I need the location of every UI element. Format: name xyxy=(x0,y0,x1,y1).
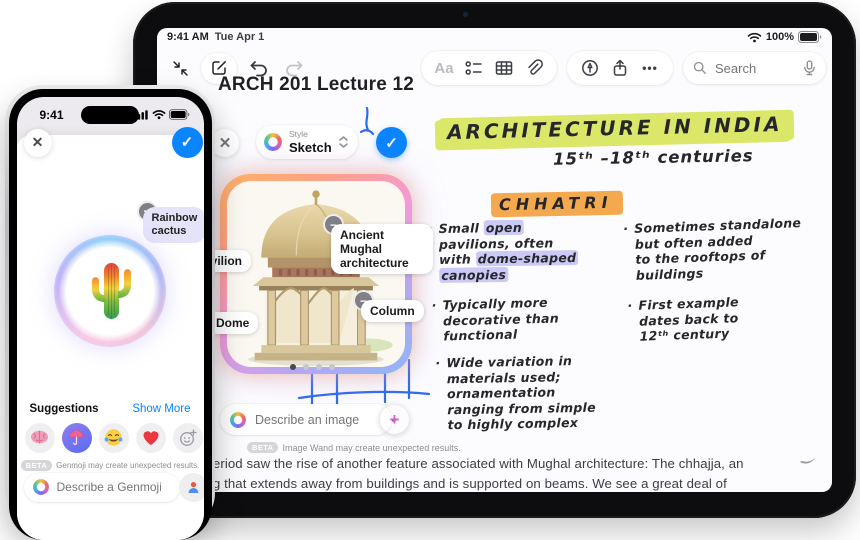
genmoji-prompt-input[interactable] xyxy=(55,479,163,495)
iphone-bezel: 9:41 ✕ ✓ − Rainbow cactus xyxy=(9,89,212,540)
genmoji-screen: 9:41 ✕ ✓ − Rainbow cactus xyxy=(17,97,204,540)
checklist-button[interactable] xyxy=(459,53,489,83)
add-image-button[interactable]: + xyxy=(379,404,410,435)
genmoji-accept-button[interactable]: ✓ xyxy=(172,127,203,158)
chevron-up-down-icon xyxy=(339,136,348,148)
handwritten-heading: ARCHITECTURE IN INDIA xyxy=(439,110,795,149)
search-field[interactable] xyxy=(683,52,826,84)
search-icon xyxy=(693,61,707,75)
text-format-button[interactable]: Aa xyxy=(429,53,459,83)
handwritten-subheading: 15ᵗʰ –18ᵗʰ centuries xyxy=(553,146,754,168)
battery-percent: 100% xyxy=(766,31,794,43)
dynamic-island xyxy=(81,106,139,124)
genmoji-prompt-field[interactable] xyxy=(24,473,180,502)
more-options-button[interactable]: ••• xyxy=(635,53,665,83)
tag-column[interactable]: Column xyxy=(361,300,424,322)
mic-icon[interactable] xyxy=(803,60,816,76)
laughing-tears-emoji-button[interactable] xyxy=(99,423,129,453)
genmoji-preview xyxy=(54,235,166,347)
ipad-notes-app: 9:41 AM Tue Apr 1 100% xyxy=(157,28,832,492)
new-genmoji-button[interactable] xyxy=(173,423,203,453)
scroll-indicator[interactable] xyxy=(800,451,816,465)
marketing-canvas: 9:41 AM Tue Apr 1 100% xyxy=(0,0,860,520)
person-avatar-button[interactable] xyxy=(179,473,204,502)
suggestions-title: Suggestions xyxy=(30,403,99,415)
tag-ancient-mughal-architecture[interactable]: Ancient Mughal architecture xyxy=(331,224,433,274)
wifi-icon xyxy=(747,32,762,43)
style-color-icon xyxy=(264,133,282,151)
note-title: ARCH 201 Lecture 12 xyxy=(218,74,414,96)
image-wand-close-button[interactable]: ✕ xyxy=(211,129,239,157)
note-body-line-2: ning that extends away from buildings an… xyxy=(195,476,727,491)
battery-icon xyxy=(798,31,822,43)
bullet-standalone: Sometimes standalone but often added to … xyxy=(634,215,803,283)
umbrella-emoji-button[interactable] xyxy=(62,423,92,453)
ipad-date: Tue Apr 1 xyxy=(215,31,265,43)
ipad-device: 9:41 AM Tue Apr 1 100% xyxy=(133,2,856,518)
image-wand-prompt-input[interactable] xyxy=(253,412,365,428)
battery-icon xyxy=(169,109,190,120)
style-label: Style xyxy=(289,130,332,139)
share-button[interactable] xyxy=(605,53,635,83)
apple-intelligence-icon xyxy=(33,479,49,495)
search-input[interactable] xyxy=(713,60,797,77)
brain-emoji-button[interactable] xyxy=(25,423,55,453)
markup-pen-button[interactable] xyxy=(575,53,605,83)
collapse-note-button[interactable] xyxy=(165,53,195,83)
generated-image-card[interactable] xyxy=(220,174,412,374)
note-body-line-1: s period saw the rise of another feature… xyxy=(195,456,744,471)
attachment-icon[interactable] xyxy=(519,53,549,83)
ipad-status-bar: 9:41 AM Tue Apr 1 100% xyxy=(157,31,832,47)
image-wand-accept-button[interactable]: ✓ xyxy=(376,127,407,158)
bullet-first-example: First example dates back to 12ᵗʰ century xyxy=(638,294,740,344)
style-picker[interactable]: Style Sketch xyxy=(256,125,358,159)
ipad-front-camera xyxy=(463,12,468,17)
chhatri-illustration xyxy=(227,181,405,367)
style-value: Sketch xyxy=(289,141,332,154)
apple-intelligence-icon xyxy=(230,412,246,428)
image-pagination-dots[interactable] xyxy=(290,364,335,370)
rainbow-cactus-emoji xyxy=(82,259,140,323)
handwritten-section-heading: CHHATRI xyxy=(491,191,623,218)
iphone-device: 9:41 ✕ ✓ − Rainbow cactus xyxy=(5,85,215,530)
red-heart-emoji-button[interactable] xyxy=(136,423,166,453)
beta-badge: BETA xyxy=(21,460,52,471)
image-wand-disclaimer: BETA Image Wand may create unexpected re… xyxy=(247,442,461,453)
image-wand-prompt-field[interactable] xyxy=(220,404,392,435)
iphone-time: 9:41 xyxy=(40,108,64,122)
table-button[interactable] xyxy=(489,53,519,83)
genmoji-disclaimer: BETA Genmoji may create unexpected resul… xyxy=(20,460,200,471)
ipad-time: 9:41 AM xyxy=(167,31,209,43)
wifi-icon xyxy=(152,109,166,120)
show-more-link[interactable]: Show More xyxy=(132,403,190,415)
suggestion-row xyxy=(25,423,203,453)
beta-badge: BETA xyxy=(247,442,278,453)
genmoji-close-button[interactable]: ✕ xyxy=(24,129,52,157)
